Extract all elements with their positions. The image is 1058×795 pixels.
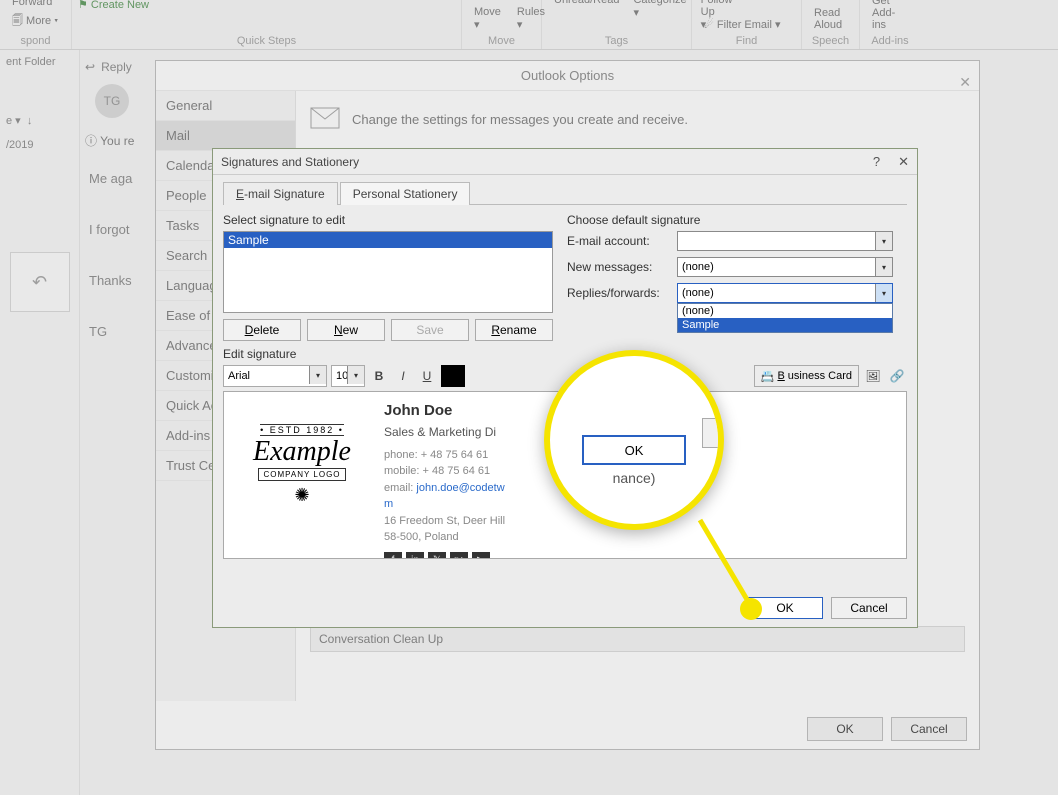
options-titlebar: Outlook Options ✕ [156,61,979,91]
tab-email-signature[interactable]: EE-mail Signature-mail Signature [223,182,338,205]
avatar: TG [95,84,129,118]
underline-button[interactable]: U [417,365,437,387]
insert-picture-button[interactable]: 🖼 [863,365,883,387]
read-aloud-btn[interactable]: Read Aloud [810,5,851,33]
list-item[interactable]: Sample [224,232,552,248]
logo-image: • ESTD 1982 • Example COMPANY LOGO ✺ [232,400,372,530]
sig-close-icon[interactable]: ✕ [898,154,909,170]
info-bar: You re [100,134,134,148]
email-account-label: E-mail account: [567,234,677,248]
signature-listbox[interactable]: Sample [223,231,553,313]
dropdown-item-none[interactable]: (none) [678,304,892,318]
nav-mail[interactable]: Mail [156,121,295,151]
linkedin-icon[interactable]: in [406,552,424,560]
magnified-ok-button: OK [582,435,686,465]
rename-button[interactable]: Rename [475,319,553,341]
font-color-button[interactable] [441,365,465,387]
create-new-btn[interactable]: ⚑ Create New [78,0,149,11]
choose-default-label: Choose default signature [567,213,893,227]
ribbon: Forward 🗐 More ▾ spond ⚑ Create New Quic… [0,0,1058,50]
new-messages-label: New messages: [567,260,677,274]
business-card-button[interactable]: 📇 Business Card [754,365,859,387]
font-family-select[interactable]: Arial▾ [223,365,327,387]
reply-icon[interactable]: ↩ [85,60,95,74]
respond-label: spond [8,33,63,47]
select-sig-label: Select signature to edit [223,213,553,227]
new-messages-select[interactable]: (none) ▾ [677,257,893,277]
forward-btn[interactable]: Forward [8,0,63,10]
dropdown-list: (none) Sample [677,303,893,333]
magnified-text: nance) [613,470,656,486]
get-addins-btn[interactable]: Get Add-ins [868,0,912,33]
filter-email-btn[interactable]: ☄ Filter Email ▾ [700,16,793,33]
chevron-down-icon[interactable]: ▾ [347,366,364,384]
unread-btn[interactable]: Unread/Read [550,0,623,33]
google-icon[interactable]: g+ [450,552,468,560]
bold-button[interactable]: B [369,365,389,387]
content-header-text: Change the settings for messages you cre… [352,112,688,127]
move-label: Move [470,33,533,47]
chevron-down-icon[interactable]: ▾ [309,366,326,384]
callout-magnifier: OK nance) [544,350,724,530]
facebook-icon[interactable]: f [384,552,402,560]
font-size-select[interactable]: 10▾ [331,365,365,387]
more-btn[interactable]: 🗐 More ▾ [8,10,63,33]
chevron-down-icon[interactable]: ▾ [875,232,892,250]
magnified-cancel-edge [702,418,724,448]
undo-button[interactable]: ↶ [10,252,70,312]
callout-dot [740,598,762,620]
signature-text: John Doe Sales & Marketing Di phone: + 4… [384,400,505,550]
move-menu[interactable]: Move▾ [470,4,505,33]
twitter-icon[interactable]: 𝕏 [428,552,446,560]
quick-steps-label: Quick Steps [80,33,453,47]
options-ok-button[interactable]: OK [807,717,883,741]
dropdown-item-sample[interactable]: Sample [678,318,892,332]
italic-button[interactable]: I [393,365,413,387]
date-cell: /2019 [0,133,79,157]
chevron-down-icon[interactable]: ▾ [875,284,892,302]
nav-general[interactable]: General [156,91,295,121]
help-icon[interactable]: ? [873,154,880,170]
insert-link-button[interactable]: 🔗 [887,365,907,387]
save-button[interactable]: Save [391,319,469,341]
reply-btn[interactable]: Reply [101,60,132,74]
tab-personal-stationery[interactable]: Personal Stationery [340,182,471,205]
left-panel: ent Folder e ▾ ↓ /2019 ↶ [0,50,80,795]
sig-titlebar: Signatures and Stationery ? ✕ [213,149,917,175]
addins-label: Add-ins [868,33,912,47]
envelope-icon [310,107,340,132]
categorize-btn[interactable]: Categorize▾ [629,0,690,33]
delete-button[interactable]: Delete [223,319,301,341]
speech-label: Speech [810,33,851,47]
edit-signature-label: Edit signature [223,347,907,361]
options-cancel-button[interactable]: Cancel [891,717,967,741]
sig-cancel-button[interactable]: Cancel [831,597,907,619]
current-folder: ent Folder [0,50,79,74]
tags-label: Tags [550,33,683,47]
replies-forwards-label: Replies/forwards: [567,286,677,300]
replies-forwards-select[interactable]: (none) ▾ (none) Sample [677,283,893,303]
email-account-select[interactable]: ▾ [677,231,893,251]
chevron-down-icon[interactable]: ▾ [875,258,892,276]
cleanup-section: Conversation Clean Up [311,627,964,651]
find-label: Find [700,33,793,47]
new-button[interactable]: New [307,319,385,341]
youtube-icon[interactable]: ▶ [472,552,490,560]
view-filter[interactable]: e ▾ ↓ [0,74,79,133]
